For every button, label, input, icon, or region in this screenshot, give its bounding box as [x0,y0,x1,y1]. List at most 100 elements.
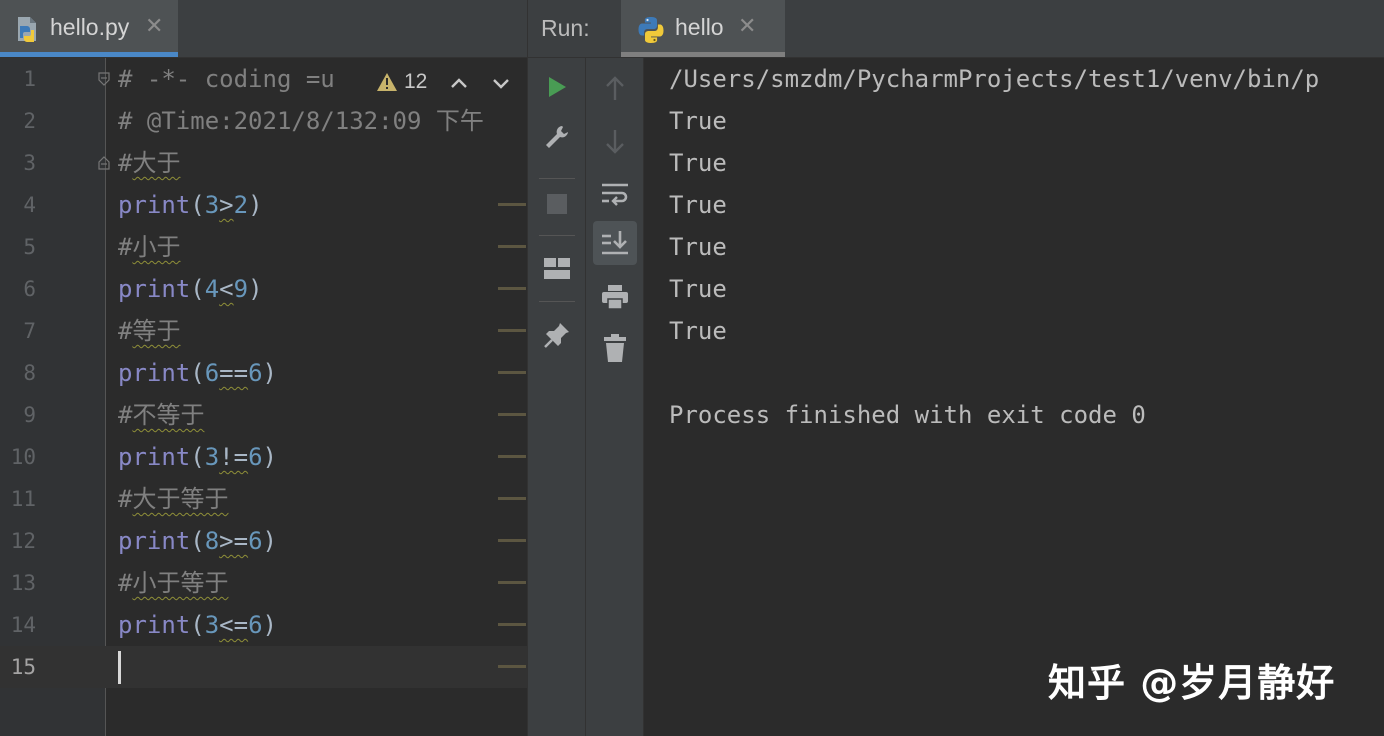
current-line-highlight [0,646,527,688]
warning-count: 12 [404,70,428,93]
warning-stripe-mark[interactable] [498,329,526,332]
code-token: 8 [204,527,220,555]
code-token: <= [219,611,249,639]
code-token: 6 [248,527,263,555]
run-tab-label: hello [675,14,724,40]
warning-stripe-mark[interactable] [498,497,526,500]
code-token: # [118,485,133,513]
code-line: print(3>2) [118,184,263,226]
line-number: 2 [23,109,36,133]
code-line: print(6==6) [118,352,277,394]
code-token: # [118,569,133,597]
console-output[interactable]: /Users/smzdm/PycharmProjects/test1/venv/… [669,58,1384,736]
warning-stripe-mark[interactable] [498,539,526,542]
toolbar-separator [539,301,575,302]
close-icon[interactable]: ✕ [738,14,756,39]
code-line: #大于等于 [118,478,228,520]
warning-stripe-mark[interactable] [498,245,526,248]
layout-icon[interactable] [535,247,579,291]
tab-run-hello[interactable]: hello ✕ [621,0,785,57]
code-token: ) [248,191,263,219]
code-token: < [219,275,234,303]
warning-stripe-mark[interactable] [498,665,526,668]
run-toolbar-primary [528,58,586,736]
code-line: #小于 [118,226,180,268]
code-line: # -*- coding =u [118,58,335,100]
code-token: 6 [248,611,263,639]
text-caret [118,651,121,684]
code-token: 大于 [132,149,181,177]
line-number: 3 [23,151,36,175]
code-line: #小于等于 [118,562,228,604]
code-token: ( [190,275,205,303]
run-icon[interactable] [535,65,579,109]
soft-wrap-icon[interactable] [593,172,637,216]
stop-icon[interactable] [535,182,579,226]
line-number: 12 [10,529,36,553]
console-line: Process finished with exit code 0 [669,401,1146,429]
chevron-up-icon[interactable] [450,76,468,90]
line-number: 1 [23,67,36,91]
code-token: 6 [248,359,263,387]
run-header: Run: hello ✕ [528,0,1384,58]
code-line: print(8>=6) [118,520,277,562]
warning-stripe-mark[interactable] [498,581,526,584]
code-token: ) [248,275,263,303]
console-line: /Users/smzdm/PycharmProjects/test1/venv/… [669,65,1320,93]
code-token: 6 [248,443,263,471]
code-line: #等于 [118,310,180,352]
scroll-to-end-icon[interactable] [593,221,637,265]
fold-start-icon[interactable] [98,72,110,86]
warning-stripe-mark[interactable] [498,455,526,458]
trash-icon[interactable] [593,326,637,370]
code-token: # [118,149,133,177]
code-token: # @Time:2021/8/132:09 下午 [118,107,484,135]
editor-tab-label: hello.py [50,14,130,40]
warning-stripe-mark[interactable] [498,371,526,374]
line-number: 6 [23,277,36,301]
arrow-up-icon[interactable] [593,67,637,111]
code-token: ) [262,359,277,387]
run-label: Run: [541,15,590,41]
line-number: 5 [23,235,36,259]
warning-stripe-mark[interactable] [498,413,526,416]
warning-stripe-mark[interactable] [498,623,526,626]
code-line: print(3<=6) [118,604,277,646]
code-token: >= [219,527,249,555]
editor-pane: hello.py ✕ 1 2 3 4 5 6 7 8 9 10 11 12 13 14 15 # -*- c… [0,0,527,736]
code-token: ( [190,191,205,219]
ide-window: hello.py ✕ 1 2 3 4 5 6 7 8 9 10 11 12 13 14 15 # -*- c… [0,0,1384,736]
code-token: 4 [204,275,220,303]
console-line: True [669,107,727,135]
warning-stripe-mark[interactable] [498,287,526,290]
code-token: # [118,317,133,345]
code-token: != [219,443,249,471]
warning-icon [377,73,397,91]
toolbar-separator [539,235,575,236]
fold-end-icon[interactable] [98,156,110,170]
code-token: ) [262,443,277,471]
line-number: 14 [10,613,36,637]
python-file-icon [18,17,36,42]
warning-stripe-mark[interactable] [498,203,526,206]
chevron-down-icon[interactable] [492,76,510,90]
console-line: True [669,275,727,303]
print-icon[interactable] [593,275,637,319]
code-token: # [118,233,133,261]
wrench-icon[interactable] [535,115,579,159]
console-line: True [669,149,727,177]
code-line: print(4<9) [118,268,263,310]
code-token: # -*- coding =u [118,65,335,93]
pin-icon[interactable] [535,313,579,357]
code-token: ( [190,611,205,639]
arrow-down-icon[interactable] [593,119,637,163]
run-tool-window: Run: hello ✕ /Users/smzdm/PycharmProject… [527,0,1384,736]
code-line: #不等于 [118,394,204,436]
code-token: 6 [204,359,220,387]
inspection-widget[interactable]: 12 [374,64,524,104]
code-token: print [118,191,191,219]
code-line: # @Time:2021/8/132:09 下午 [118,100,484,142]
close-icon[interactable]: ✕ [145,14,163,39]
tab-hello-py[interactable]: hello.py ✕ [0,0,178,57]
run-toolbar-secondary [586,58,644,736]
